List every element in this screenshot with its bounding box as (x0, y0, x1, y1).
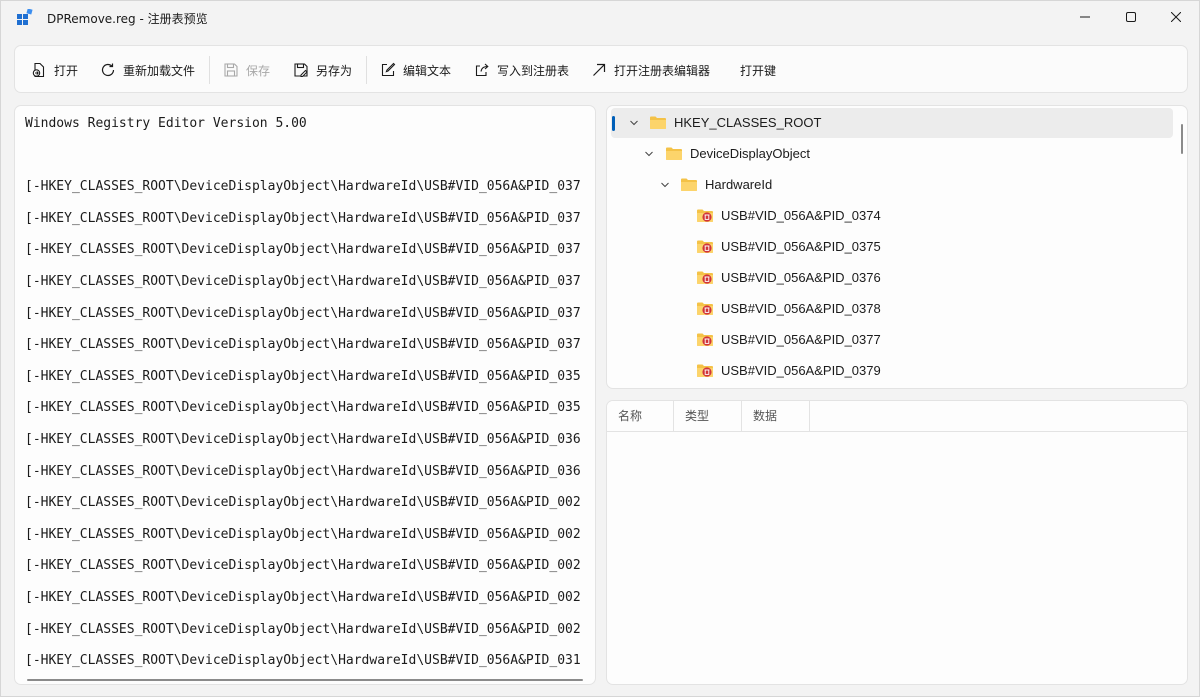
reg-text-editor[interactable]: Windows Registry Editor Version 5.00 [-HK… (14, 105, 596, 685)
text-line: [-HKEY_CLASSES_ROOT\DeviceDisplayObject\… (25, 368, 581, 384)
reload-file-button[interactable]: 重新加载文件 (92, 54, 203, 86)
window-title: DPRemove.reg - 注册表预览 (47, 12, 208, 26)
save-as-icon (294, 63, 308, 77)
folder-delete-icon (697, 364, 713, 377)
save-as-button[interactable]: 另存为 (285, 54, 360, 86)
text-line: [-HKEY_CLASSES_ROOT\DeviceDisplayObject\… (25, 273, 581, 289)
close-icon (1171, 12, 1181, 22)
close-button[interactable] (1153, 1, 1199, 33)
minimize-button[interactable] (1062, 1, 1108, 33)
text-line: [-HKEY_CLASSES_ROOT\DeviceDisplayObject\… (25, 337, 581, 353)
text-line: [-HKEY_CLASSES_ROOT\DeviceDisplayObject\… (25, 179, 581, 195)
save-icon (224, 63, 238, 77)
text-line: [-HKEY_CLASSES_ROOT\DeviceDisplayObject\… (25, 463, 581, 479)
open-button[interactable]: 打开 (23, 54, 86, 86)
open-file-icon (32, 62, 45, 78)
app-window: DPRemove.reg - 注册表预览 打开 重新加载文件 保存 另存为 编辑… (0, 0, 1200, 697)
tree-node-label: USB#VID_056A&PID_0378 (721, 301, 881, 316)
tree-node-label: USB#VID_056A&PID_0377 (721, 332, 881, 347)
text-line: [-HKEY_CLASSES_ROOT\DeviceDisplayObject\… (25, 242, 581, 258)
folder-delete-icon (697, 240, 713, 253)
text-line: [-HKEY_CLASSES_ROOT\DeviceDisplayObject\… (25, 400, 581, 416)
chevron-down-icon[interactable] (659, 179, 671, 191)
selection-indicator (612, 116, 615, 131)
text-line: Windows Registry Editor Version 5.00 (25, 116, 307, 131)
tree-node-label: USB#VID_056A&PID_0375 (721, 239, 881, 254)
tree-node-label: HardwareId (705, 177, 773, 192)
open-label: 打开 (54, 63, 79, 78)
chevron-down-icon[interactable] (628, 117, 640, 129)
text-line: [-HKEY_CLASSES_ROOT\DeviceDisplayObject\… (25, 210, 581, 226)
minimize-icon (1080, 16, 1090, 18)
arrow-up-right-icon (593, 63, 606, 76)
toolbar: 打开 重新加载文件 保存 另存为 编辑文本 写入到注册表 打开注册表编辑器 打开… (14, 45, 1188, 93)
save-as-label: 另存为 (316, 63, 353, 78)
text-line: [-HKEY_CLASSES_ROOT\DeviceDisplayObject\… (25, 589, 581, 605)
vertical-scrollbar[interactable] (1181, 124, 1183, 154)
edit-text-button[interactable]: 编辑文本 (372, 54, 459, 86)
column-header-name[interactable]: 名称 (607, 401, 674, 432)
title-bar[interactable]: DPRemove.reg - 注册表预览 (1, 1, 1199, 35)
values-header: 名称 类型 数据 (607, 401, 1187, 432)
folder-icon (681, 178, 697, 191)
tree-node-usb-key[interactable]: USB#VID_056A&PID_0375 (611, 232, 1173, 262)
horizontal-scrollbar[interactable] (27, 679, 583, 681)
refresh-icon (101, 63, 115, 77)
toolbar-divider (366, 56, 367, 84)
column-header-data[interactable]: 数据 (742, 401, 810, 432)
save-button[interactable]: 保存 (215, 54, 278, 86)
folder-icon (650, 116, 666, 129)
share-import-icon (475, 63, 489, 77)
open-key-label: 打开键 (740, 63, 777, 78)
tree-node-usb-key[interactable]: USB#VID_056A&PID_0379 (611, 356, 1173, 386)
tree-node-root[interactable]: HKEY_CLASSES_ROOT (611, 108, 1173, 138)
tree-node-usb-key[interactable]: USB#VID_056A&PID_0378 (611, 294, 1173, 324)
open-regedit-button[interactable]: 打开注册表编辑器 (583, 54, 718, 86)
tree-node-label: DeviceDisplayObject (690, 146, 810, 161)
tree-node-label: USB#VID_056A&PID_0379 (721, 363, 881, 378)
text-line: [-HKEY_CLASSES_ROOT\DeviceDisplayObject\… (25, 526, 581, 542)
text-line: [-HKEY_CLASSES_ROOT\DeviceDisplayObject\… (25, 558, 581, 574)
tree-node-label: HKEY_CLASSES_ROOT (674, 115, 822, 130)
reg-text-content: Windows Registry Editor Version 5.00 [-HK… (25, 110, 595, 684)
maximize-button[interactable] (1108, 1, 1154, 33)
column-header-type[interactable]: 类型 (674, 401, 742, 432)
text-line: [-HKEY_CLASSES_ROOT\DeviceDisplayObject\… (25, 495, 581, 511)
chevron-down-icon[interactable] (643, 148, 655, 160)
edit-external-icon (381, 62, 396, 77)
maximize-icon (1126, 12, 1136, 22)
text-line: [-HKEY_CLASSES_ROOT\DeviceDisplayObject\… (25, 621, 581, 637)
app-logo-icon (17, 9, 33, 25)
tree-node-label: USB#VID_056A&PID_0374 (721, 208, 881, 223)
text-line: [-HKEY_CLASSES_ROOT\DeviceDisplayObject\… (25, 431, 581, 447)
text-line: [-HKEY_CLASSES_ROOT\DeviceDisplayObject\… (25, 653, 581, 669)
folder-delete-icon (697, 302, 713, 315)
tree-node-label: USB#VID_056A&PID_0376 (721, 270, 881, 285)
tree-node-usb-key[interactable]: USB#VID_056A&PID_0374 (611, 201, 1173, 231)
tree-node-hardwareid[interactable]: HardwareId (611, 170, 1173, 200)
folder-delete-icon (697, 333, 713, 346)
text-line (25, 142, 595, 174)
open-regedit-label: 打开注册表编辑器 (614, 63, 711, 78)
tree-node-usb-key[interactable]: USB#VID_056A&PID_0376 (611, 263, 1173, 293)
write-to-registry-label: 写入到注册表 (497, 63, 570, 78)
folder-delete-icon (697, 209, 713, 222)
tree-node-usb-key[interactable]: USB#VID_056A&PID_0377 (611, 325, 1173, 355)
write-to-registry-button[interactable]: 写入到注册表 (466, 54, 577, 86)
toolbar-divider (209, 56, 210, 84)
tree-node-devicedisplayobject[interactable]: DeviceDisplayObject (611, 139, 1173, 169)
open-key-button[interactable]: 打开键 (732, 54, 784, 86)
edit-text-label: 编辑文本 (403, 63, 452, 78)
folder-delete-icon (697, 271, 713, 284)
reload-file-label: 重新加载文件 (123, 63, 196, 78)
registry-tree[interactable]: HKEY_CLASSES_ROOT DeviceDisplayObject Ha… (606, 105, 1188, 389)
values-list[interactable]: 名称 类型 数据 (606, 400, 1188, 685)
text-line: [-HKEY_CLASSES_ROOT\DeviceDisplayObject\… (25, 305, 581, 321)
save-label: 保存 (246, 63, 271, 78)
folder-icon (666, 147, 682, 160)
